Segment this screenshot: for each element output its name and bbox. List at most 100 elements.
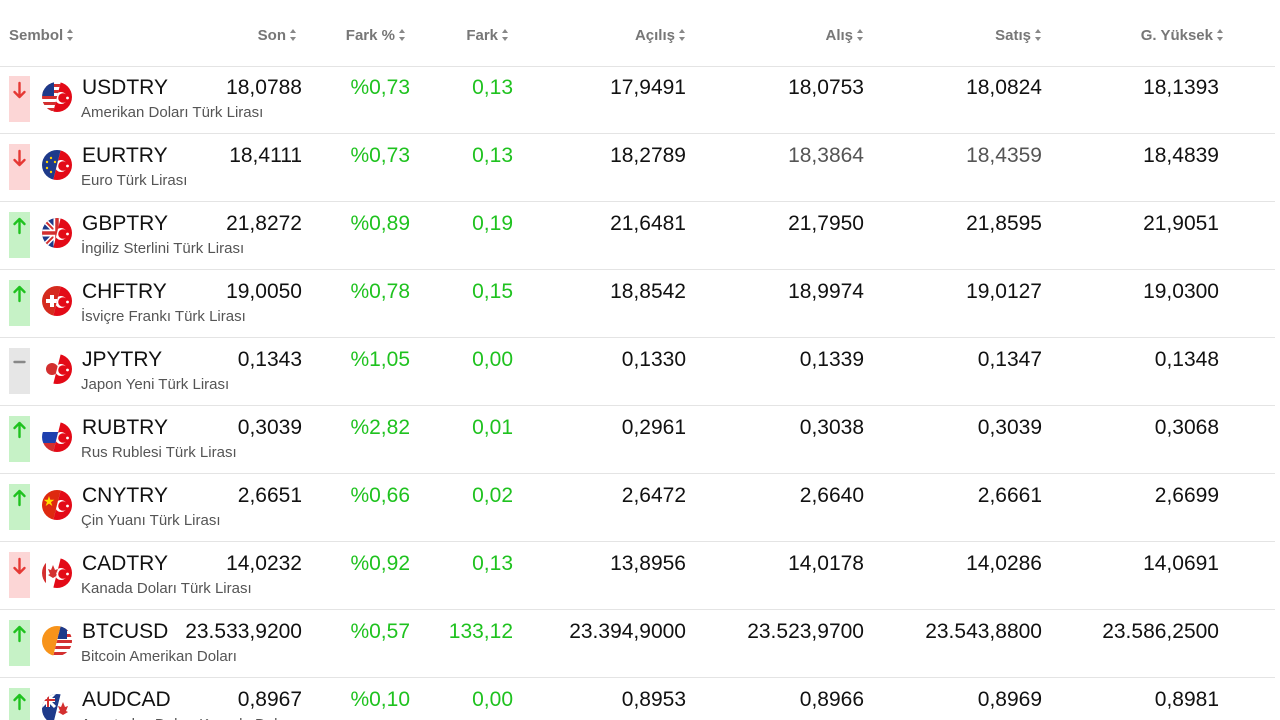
column-header-label: Son bbox=[257, 27, 286, 44]
currency-table: Sembol Son Fark % Fark Açılış Alış Satış… bbox=[0, 0, 1280, 720]
cell-acilis: 18,8542 bbox=[610, 280, 686, 303]
symbol-description: Bitcoin Amerikan Doları bbox=[81, 648, 237, 665]
symbol-description: Çin Yuanı Türk Lirası bbox=[81, 512, 221, 529]
cell-alis: 14,0178 bbox=[788, 552, 864, 575]
cell-g-yuksek: 18,1393 bbox=[1143, 76, 1219, 99]
column-header-label: Fark bbox=[466, 27, 498, 44]
cell-fark-pct: %1,05 bbox=[350, 348, 410, 371]
cell-son: 23.533,9200 bbox=[185, 620, 302, 643]
btc-us-flag-icon bbox=[41, 625, 73, 657]
cell-g-yuksek: 0,8981 bbox=[1154, 688, 1219, 711]
cell-alis: 21,7950 bbox=[788, 212, 864, 235]
cell-fark-pct: %0,89 bbox=[350, 212, 410, 235]
column-header-alis[interactable]: Alış bbox=[825, 27, 864, 44]
cell-g-yuksek: 2,6699 bbox=[1154, 484, 1219, 507]
cell-g-yuksek: 19,0300 bbox=[1143, 280, 1219, 303]
cell-alis: 23.523,9700 bbox=[747, 620, 864, 643]
column-header-label: Alış bbox=[825, 27, 853, 44]
cell-fark-pct: %0,73 bbox=[350, 76, 410, 99]
symbol-description: Japon Yeni Türk Lirası bbox=[81, 376, 230, 393]
jp-flag-icon bbox=[41, 353, 73, 385]
cell-fark: 0,02 bbox=[472, 484, 513, 507]
cell-g-yuksek: 21,9051 bbox=[1143, 212, 1219, 235]
us-flag-icon bbox=[41, 81, 73, 113]
cell-satis: 23.543,8800 bbox=[925, 620, 1042, 643]
cell-alis: 0,8966 bbox=[799, 688, 864, 711]
cell-fark: 0,15 bbox=[472, 280, 513, 303]
au-ca-flag-icon bbox=[41, 693, 73, 720]
arrow-down-icon bbox=[9, 144, 30, 190]
column-header-label: Sembol bbox=[9, 27, 64, 44]
table-row[interactable]: CNYTRY Çin Yuanı Türk Lirası 2,6651 %0,66 0,… bbox=[0, 474, 1275, 542]
arrow-up-icon bbox=[9, 416, 30, 462]
table-row[interactable]: USDTRY Amerikan Doları Türk Lirası 18,0788… bbox=[0, 66, 1275, 134]
cell-satis: 18,4359 bbox=[966, 144, 1042, 167]
table-row[interactable]: AUDCAD Avustralya Doları Kanada Doları 0,8… bbox=[0, 678, 1275, 720]
cell-son: 18,0788 bbox=[226, 76, 302, 99]
sort-icon bbox=[290, 29, 297, 41]
table-row[interactable]: CADTRY Kanada Doları Türk Lirası 14,0232 %0… bbox=[0, 542, 1275, 610]
sort-icon bbox=[399, 29, 406, 41]
column-header-label: Satış bbox=[995, 27, 1031, 44]
cell-son: 2,6651 bbox=[237, 484, 302, 507]
cell-fark: 0,01 bbox=[472, 416, 513, 439]
sort-icon bbox=[679, 29, 686, 41]
symbol-link[interactable]: JPYTRY bbox=[82, 348, 162, 372]
symbol-link[interactable]: EURTRY bbox=[82, 144, 168, 168]
cn-flag-icon bbox=[41, 489, 73, 521]
cell-son: 19,0050 bbox=[226, 280, 302, 303]
column-header-fark[interactable]: Fark bbox=[466, 27, 509, 44]
symbol-link[interactable]: RUBTRY bbox=[82, 416, 168, 440]
symbol-description: Euro Türk Lirası bbox=[81, 172, 188, 189]
symbol-link[interactable]: CADTRY bbox=[82, 552, 168, 576]
table-row[interactable]: BTCUSD Bitcoin Amerikan Doları 23.533,9200… bbox=[0, 610, 1275, 678]
column-header-fark-pct[interactable]: Fark % bbox=[346, 27, 406, 44]
cell-alis: 2,6640 bbox=[799, 484, 864, 507]
table-row[interactable]: JPYTRY Japon Yeni Türk Lirası 0,1343 %1,05 0… bbox=[0, 338, 1275, 406]
ca-flag-icon bbox=[41, 557, 73, 589]
cell-satis: 18,0824 bbox=[966, 76, 1042, 99]
table-row[interactable]: CHFTRY İsviçre Frankı Türk Lirası 19,0050%… bbox=[0, 270, 1275, 338]
table-row[interactable]: GBPTRY İngiliz Sterlini Türk Lirası 21,827… bbox=[0, 202, 1275, 270]
cell-fark: 0,19 bbox=[472, 212, 513, 235]
symbol-link[interactable]: AUDCAD bbox=[82, 688, 171, 712]
column-header-satis[interactable]: Satış bbox=[995, 27, 1042, 44]
sort-icon bbox=[857, 29, 864, 41]
cell-g-yuksek: 18,4839 bbox=[1143, 144, 1219, 167]
eu-flag-icon bbox=[41, 149, 73, 181]
cell-fark: 0,13 bbox=[472, 76, 513, 99]
column-header-son[interactable]: Son bbox=[258, 27, 297, 44]
dash-icon bbox=[9, 348, 30, 394]
cell-son: 0,8967 bbox=[237, 688, 302, 711]
column-header-acilis[interactable]: Açılış bbox=[635, 27, 686, 44]
ch-flag-icon bbox=[41, 285, 73, 317]
cell-acilis: 17,9491 bbox=[610, 76, 686, 99]
cell-son: 18,4111 bbox=[229, 144, 302, 167]
cell-satis: 14,0286 bbox=[966, 552, 1042, 575]
cell-satis: 2,6661 bbox=[977, 484, 1042, 507]
arrow-up-icon bbox=[9, 688, 30, 720]
symbol-link[interactable]: USDTRY bbox=[82, 76, 168, 100]
cell-fark: 0,13 bbox=[472, 552, 513, 575]
cell-fark: 133,12 bbox=[448, 620, 513, 643]
cell-alis: 18,9974 bbox=[788, 280, 864, 303]
symbol-description: Rus Rublesi Türk Lirası bbox=[81, 444, 237, 461]
table-row[interactable]: EURTRY Euro Türk Lirası 18,4111 %0,73 0,13 18… bbox=[0, 134, 1275, 202]
cell-alis: 0,1339 bbox=[799, 348, 864, 371]
symbol-link[interactable]: CHFTRY bbox=[82, 280, 167, 304]
cell-acilis: 21,6481 bbox=[610, 212, 686, 235]
symbol-link[interactable]: GBPTRY bbox=[82, 212, 168, 236]
table-row[interactable]: RUBTRY Rus Rublesi Türk Lirası 0,3039 %2,82… bbox=[0, 406, 1275, 474]
column-header-sembol[interactable]: Sembol bbox=[9, 27, 74, 44]
column-header-g-yuksek[interactable]: G. Yüksek bbox=[1141, 27, 1224, 44]
cell-alis: 0,3038 bbox=[799, 416, 864, 439]
cell-son: 0,1343 bbox=[237, 348, 302, 371]
cell-g-yuksek: 0,1348 bbox=[1154, 348, 1219, 371]
sort-icon bbox=[67, 29, 74, 41]
symbol-link[interactable]: BTCUSD bbox=[82, 620, 168, 644]
cell-fark: 0,00 bbox=[472, 348, 513, 371]
arrow-down-icon bbox=[9, 552, 30, 598]
cell-fark-pct: %0,73 bbox=[350, 144, 410, 167]
symbol-description: İngiliz Sterlini Türk Lirası bbox=[81, 240, 245, 257]
symbol-link[interactable]: CNYTRY bbox=[82, 484, 168, 508]
